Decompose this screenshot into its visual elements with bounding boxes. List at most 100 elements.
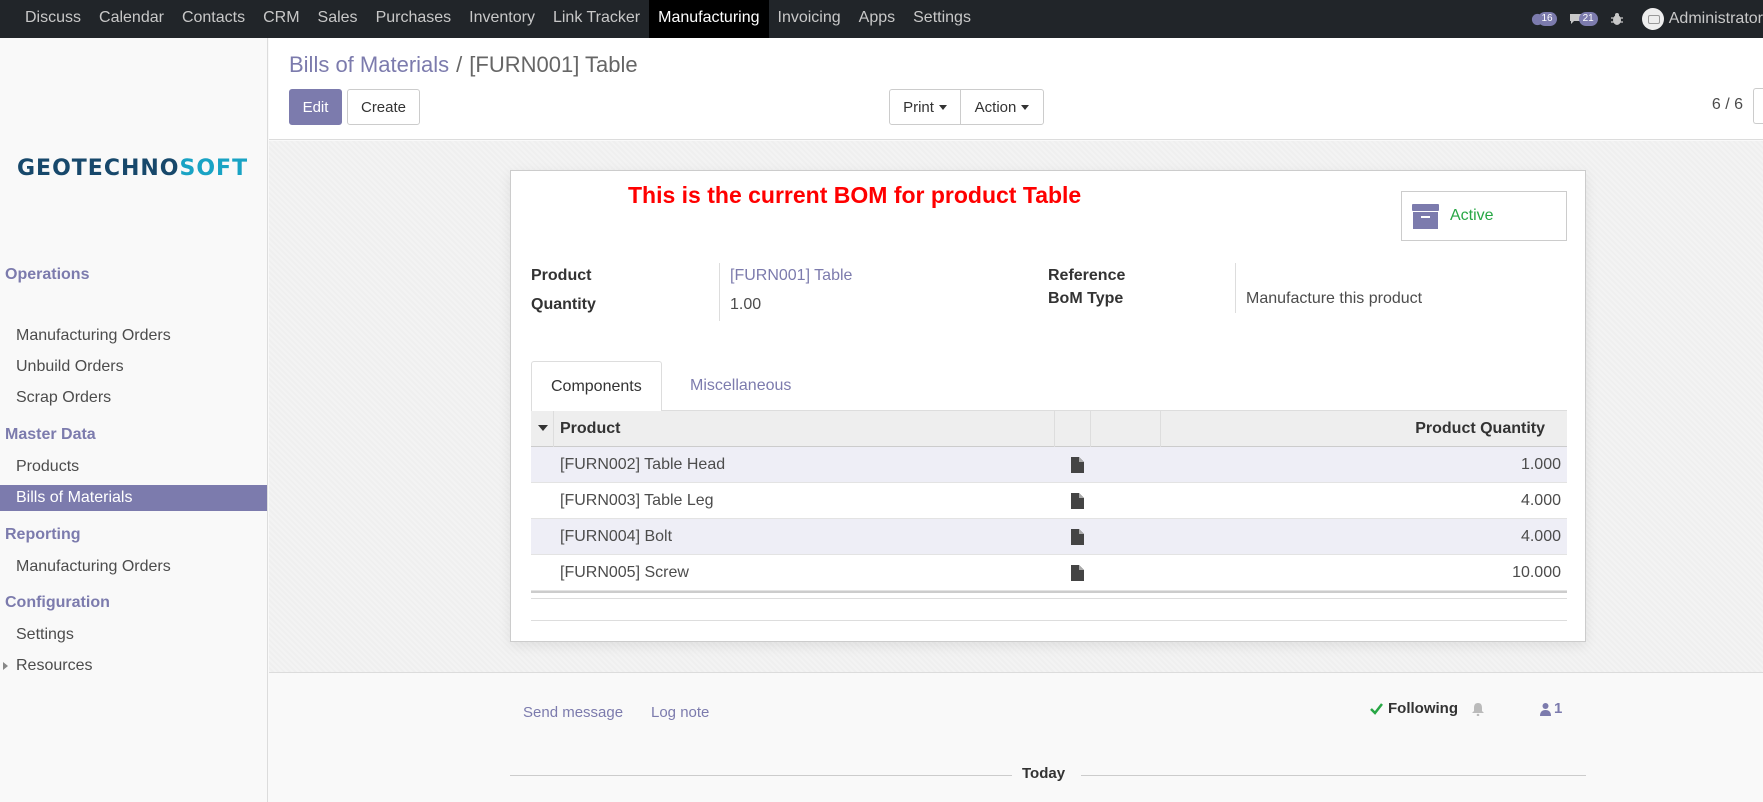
followers-count: 1 (1554, 700, 1563, 717)
logo-text-main: GEOTECHNO (17, 156, 180, 181)
breadcrumb: Bills of Materials / [FURN001] Table (289, 52, 638, 78)
action-label: Action (974, 98, 1017, 116)
following-button[interactable]: Following (1370, 700, 1458, 717)
quantity-label: Quantity (531, 296, 596, 313)
field-divider (719, 263, 720, 321)
bug-icon (1610, 13, 1623, 25)
tab-components[interactable]: Components (531, 361, 662, 412)
menu-invoicing[interactable]: Invoicing (769, 0, 850, 38)
table-bottom-divider (531, 620, 1567, 621)
activities-button[interactable]: 16 (1531, 12, 1557, 26)
app-menu: Discuss Calendar Contacts CRM Sales Purc… (0, 0, 980, 38)
breadcrumb-parent-link[interactable]: Bills of Materials (289, 52, 449, 77)
debug-button[interactable] (1610, 12, 1624, 26)
log-note-button[interactable]: Log note (651, 704, 709, 721)
table-header: Product Product Quantity (531, 411, 1567, 447)
caret-down-icon (538, 425, 548, 431)
column-header-product: Product (560, 420, 621, 437)
menu-purchases[interactable]: Purchases (367, 0, 461, 38)
column-product[interactable] (554, 411, 1055, 447)
systray: 16 21 Administrator (1519, 0, 1763, 38)
following-label: Following (1388, 700, 1458, 717)
menu-contacts[interactable]: Contacts (173, 0, 254, 38)
user-menu[interactable]: Administrator (1641, 8, 1763, 30)
menu-link-tracker[interactable]: Link Tracker (544, 0, 649, 38)
menu-sales[interactable]: Sales (309, 0, 367, 38)
component-quantity: 1.000 (1520, 456, 1561, 473)
file-icon[interactable] (1071, 529, 1084, 545)
sidebar-item-products[interactable]: Products (0, 454, 267, 480)
edit-button[interactable]: Edit (289, 89, 342, 125)
component-quantity: 10.000 (1512, 564, 1561, 581)
menu-discuss[interactable]: Discuss (16, 0, 90, 38)
sidebar: GEOTECHNO SOFT Operations Manufacturing O… (0, 38, 268, 802)
sidebar-item-resources[interactable]: Resources (0, 653, 267, 679)
menu-inventory[interactable]: Inventory (460, 0, 544, 38)
tab-miscellaneous[interactable]: Miscellaneous (671, 361, 810, 412)
top-navbar: Discuss Calendar Contacts CRM Sales Purc… (0, 0, 1763, 38)
pager-previous-button[interactable] (1753, 88, 1763, 124)
archive-icon (1412, 203, 1439, 229)
bom-type-label: BoM Type (1048, 290, 1124, 307)
sidebar-item-scrap-orders[interactable]: Scrap Orders (0, 385, 267, 411)
menu-apps[interactable]: Apps (850, 0, 904, 38)
quantity-field[interactable]: 1.00 (730, 296, 761, 314)
bell-icon[interactable] (1471, 702, 1485, 716)
bom-type-field[interactable]: Manufacture this product (1246, 290, 1422, 308)
print-dropdown[interactable]: Print (889, 89, 961, 125)
sidebar-item-reporting-manufacturing-orders[interactable]: Manufacturing Orders (0, 554, 267, 580)
send-message-button[interactable]: Send message (523, 704, 623, 721)
sidebar-item-bills-of-materials[interactable]: Bills of Materials (0, 485, 267, 511)
table-row[interactable]: [FURN005] Screw 10.000 (531, 555, 1567, 591)
breadcrumb-current: [FURN001] Table (469, 52, 638, 77)
table-footer (531, 591, 1567, 599)
component-product: [FURN005] Screw (560, 564, 689, 581)
component-product: [FURN002] Table Head (560, 456, 726, 473)
file-icon[interactable] (1071, 565, 1084, 581)
product-label: Product (531, 267, 592, 284)
menu-settings[interactable]: Settings (904, 0, 980, 38)
action-dropdown[interactable]: Action (960, 89, 1044, 125)
create-button[interactable]: Create (347, 89, 420, 125)
column-spacer (1055, 411, 1091, 447)
table-row[interactable]: [FURN002] Table Head 1.000 (531, 447, 1567, 483)
sidebar-item-label: Resources (16, 657, 93, 674)
sidebar-item-manufacturing-orders[interactable]: Manufacturing Orders (0, 323, 267, 349)
active-label: Active (1450, 207, 1494, 224)
breadcrumb-separator: / (456, 52, 463, 77)
components-table: Product Product Quantity [FURN002] Table… (531, 411, 1567, 599)
component-quantity: 4.000 (1520, 492, 1561, 509)
component-product: [FURN004] Bolt (560, 528, 673, 545)
company-logo: GEOTECHNO SOFT (17, 156, 248, 181)
pager-value[interactable]: 6 / 6 (1712, 96, 1743, 114)
field-divider (1235, 263, 1236, 313)
table-row[interactable]: [FURN004] Bolt 4.000 (531, 519, 1567, 555)
activity-count-badge: 16 (1537, 12, 1557, 26)
logo-text-accent: SOFT (179, 156, 249, 181)
table-row[interactable]: [FURN003] Table Leg 4.000 (531, 483, 1567, 519)
menu-manufacturing[interactable]: Manufacturing (649, 0, 769, 38)
column-attachment (1091, 411, 1161, 447)
file-icon[interactable] (1071, 457, 1084, 473)
today-separator-label: Today (1022, 765, 1066, 782)
active-toggle-button[interactable]: Active (1401, 191, 1567, 241)
notebook-tabs: Components Miscellaneous (531, 361, 1567, 412)
column-header-quantity[interactable]: Product Quantity (1415, 411, 1545, 447)
expand-caret-icon (3, 662, 8, 670)
section-master-data: Master Data (5, 426, 96, 443)
component-product: [FURN003] Table Leg (560, 492, 714, 509)
followers-button[interactable]: 1 (1540, 700, 1562, 717)
sort-column[interactable] (531, 411, 554, 447)
caret-down-icon (938, 104, 947, 110)
print-label: Print (903, 98, 934, 116)
file-icon[interactable] (1071, 493, 1084, 509)
avatar (1641, 8, 1664, 30)
product-field[interactable]: [FURN001] Table (730, 267, 852, 285)
sidebar-item-settings[interactable]: Settings (0, 622, 267, 648)
sidebar-item-unbuild-orders[interactable]: Unbuild Orders (0, 354, 267, 380)
user-icon (1540, 702, 1551, 716)
menu-crm[interactable]: CRM (254, 0, 308, 38)
messages-button[interactable]: 21 (1569, 12, 1598, 26)
menu-calendar[interactable]: Calendar (90, 0, 173, 38)
reference-label: Reference (1048, 267, 1126, 284)
